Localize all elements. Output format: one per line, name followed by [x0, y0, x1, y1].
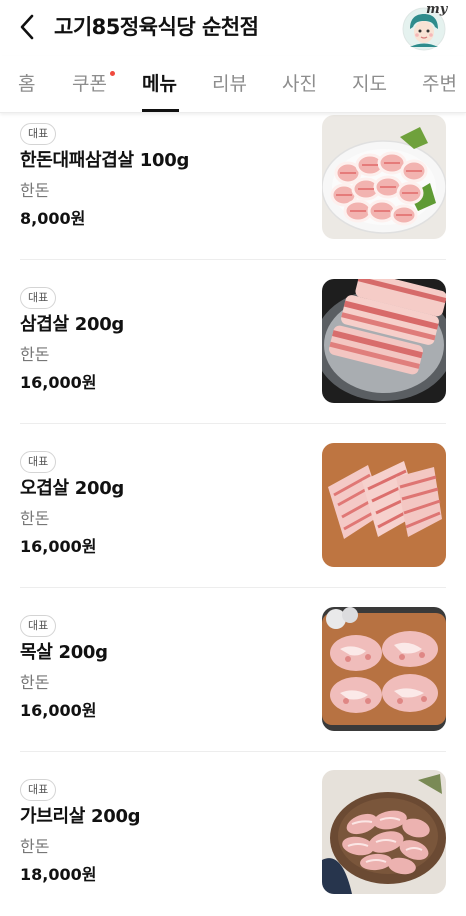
menu-item-category: 한돈	[20, 673, 50, 692]
menu-item-name: 한돈대패삼겹살 100g	[20, 150, 190, 171]
page-title: 고기85정육식당 순천점	[54, 15, 259, 39]
tab-photos[interactable]: 사진	[282, 70, 317, 98]
tab-menu[interactable]: 메뉴	[142, 70, 177, 98]
menu-item-name: 오겹살 200g	[20, 478, 125, 499]
menu-item-category: 한돈	[20, 509, 50, 528]
pork-neck-photo	[322, 607, 446, 731]
menu-item-name: 삼겹살 200g	[20, 314, 125, 335]
tab-home[interactable]: 홈	[18, 70, 35, 98]
signature-badge: 대표	[20, 287, 57, 309]
back-button[interactable]	[14, 12, 40, 42]
app-header: 고기85정육식당 순천점 my	[0, 0, 466, 56]
pork-jowl-photo	[322, 770, 446, 894]
tab-bar: 홈 쿠폰 메뉴 리뷰 사진 지도 주변	[0, 56, 466, 113]
signature-badge: 대표	[20, 123, 57, 145]
chevron-left-icon	[20, 14, 34, 40]
tab-map[interactable]: 지도	[352, 70, 387, 98]
thin-sliced-pork-belly-photo	[322, 115, 446, 239]
menu-item[interactable]: 대표 한돈대패삼겹살 100g 한돈 8,000원	[0, 96, 466, 260]
skin-on-pork-belly-photo	[322, 443, 446, 567]
menu-item[interactable]: 대표 삼겹살 200g 한돈 16,000원	[0, 260, 466, 424]
menu-item[interactable]: 대표 가브리살 200g 한돈 18,000원	[0, 752, 466, 916]
menu-item-category: 한돈	[20, 837, 50, 856]
signature-badge: 대표	[20, 615, 57, 637]
signature-badge: 대표	[20, 451, 57, 473]
menu-item-price: 16,000원	[20, 373, 97, 392]
tab-reviews[interactable]: 리뷰	[212, 70, 247, 98]
signature-badge: 대표	[20, 779, 57, 801]
menu-item-price: 16,000원	[20, 537, 97, 556]
pork-belly-photo	[322, 279, 446, 403]
menu-item-category: 한돈	[20, 181, 50, 200]
tab-coupon[interactable]: 쿠폰	[72, 70, 107, 98]
new-dot-badge	[110, 71, 115, 76]
menu-item-price: 8,000원	[20, 209, 86, 228]
menu-item[interactable]: 대표 목살 200g 한돈 16,000원	[0, 588, 466, 752]
avatar-my-label: my	[426, 2, 448, 17]
menu-item-category: 한돈	[20, 345, 50, 364]
menu-item-name: 목살 200g	[20, 642, 108, 663]
menu-item-price: 18,000원	[20, 865, 97, 884]
active-tab-indicator	[142, 109, 179, 112]
menu-item-price: 16,000원	[20, 701, 97, 720]
tab-nearby[interactable]: 주변	[422, 70, 457, 98]
menu-item-name: 가브리살 200g	[20, 806, 141, 827]
menu-item[interactable]: 대표 오겹살 200g 한돈 16,000원	[0, 424, 466, 588]
